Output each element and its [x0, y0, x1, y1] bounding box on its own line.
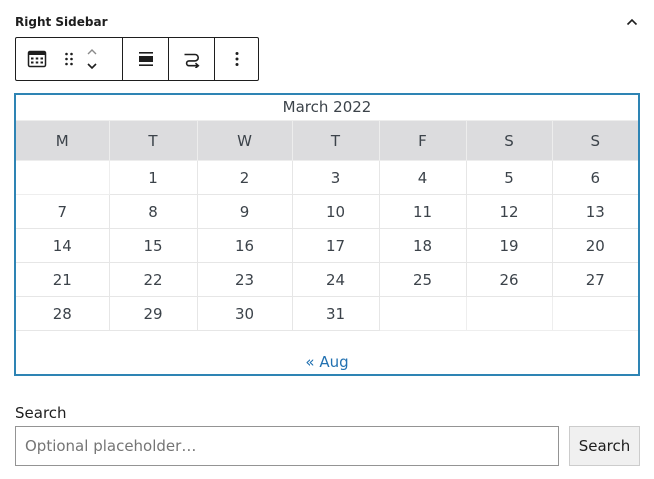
day-cell: 13	[551, 194, 638, 229]
toolbar-block-group	[16, 38, 123, 80]
calendar-week-row: 7 8 9 10 11 12 13	[16, 194, 638, 229]
day-cell: 1	[108, 160, 198, 195]
day-cell: 16	[196, 228, 293, 263]
day-cell	[378, 296, 467, 331]
day-cell: 15	[108, 228, 198, 263]
toolbar-transform-group	[169, 38, 215, 80]
day-cell: 29	[108, 296, 198, 331]
weekday-header: T	[291, 120, 380, 161]
day-cell: 26	[465, 262, 553, 297]
day-cell: 30	[196, 296, 293, 331]
calendar-week-row: 1 2 3 4 5 6	[16, 160, 638, 195]
toolbar-align-group	[123, 38, 169, 80]
align-icon	[138, 52, 153, 66]
transform-button[interactable]	[169, 38, 214, 80]
panel-title: Right Sidebar	[15, 15, 108, 29]
previous-month-link[interactable]: « Aug	[16, 353, 638, 371]
toolbar-options-group	[215, 38, 258, 80]
calendar-week-row: 28 29 30 31	[16, 296, 638, 331]
day-cell: 21	[16, 262, 110, 297]
weekday-header-row: M T W T F S S	[16, 120, 638, 161]
day-cell: 18	[378, 228, 467, 263]
chevron-up-icon	[87, 49, 97, 55]
day-cell: 20	[551, 228, 638, 263]
block-type-button[interactable]	[16, 38, 58, 80]
day-cell: 9	[196, 194, 293, 229]
drag-handle-icon	[65, 52, 73, 66]
day-cell	[465, 296, 553, 331]
align-button[interactable]	[123, 38, 168, 80]
day-cell: 7	[16, 194, 110, 229]
day-cell: 10	[291, 194, 380, 229]
day-cell: 25	[378, 262, 467, 297]
day-cell: 27	[551, 262, 638, 297]
day-cell: 28	[16, 296, 110, 331]
calendar-week-row: 14 15 16 17 18 19 20	[16, 228, 638, 263]
calendar-icon	[27, 50, 47, 68]
collapse-button[interactable]	[625, 15, 639, 29]
day-cell: 17	[291, 228, 380, 263]
drag-handle[interactable]	[58, 38, 80, 80]
weekday-header: S	[551, 120, 638, 161]
day-cell: 2	[196, 160, 293, 195]
day-cell: 8	[108, 194, 198, 229]
day-cell: 23	[196, 262, 293, 297]
day-cell: 5	[465, 160, 553, 195]
weekday-header: W	[196, 120, 293, 161]
weekday-header: T	[108, 120, 198, 161]
chevron-down-icon	[87, 63, 97, 70]
weekday-header: S	[465, 120, 553, 161]
move-up-button[interactable]	[86, 45, 98, 59]
panel-header: Right Sidebar	[15, 13, 639, 31]
weekday-header: F	[378, 120, 467, 161]
calendar-widget[interactable]: March 2022 M T W T F S S 1 2 3 4 5 6 7 8…	[14, 93, 640, 376]
day-cell: 4	[378, 160, 467, 195]
weekday-header: M	[16, 120, 110, 161]
calendar-table: M T W T F S S 1 2 3 4 5 6 7 8 9 10 11 12…	[16, 120, 638, 331]
day-cell: 19	[465, 228, 553, 263]
transform-icon	[184, 53, 200, 68]
day-cell: 12	[465, 194, 553, 229]
calendar-week-row: 21 22 23 24 25 26 27	[16, 262, 638, 297]
day-cell: 22	[108, 262, 198, 297]
more-options-icon	[235, 52, 238, 66]
day-cell: 14	[16, 228, 110, 263]
block-toolbar	[15, 37, 259, 81]
search-button[interactable]: Search	[569, 426, 640, 466]
calendar-caption: March 2022	[282, 98, 372, 116]
day-cell	[16, 160, 110, 195]
day-cell: 3	[291, 160, 380, 195]
day-cell	[551, 296, 638, 331]
search-label: Search	[15, 404, 67, 422]
day-cell: 31	[291, 296, 380, 331]
more-options-button[interactable]	[215, 38, 258, 80]
block-movers	[80, 38, 104, 80]
chevron-up-icon	[626, 18, 638, 26]
day-cell: 24	[291, 262, 380, 297]
day-cell: 11	[378, 194, 467, 229]
day-cell: 6	[551, 160, 638, 195]
search-input[interactable]	[15, 426, 559, 466]
move-down-button[interactable]	[86, 59, 98, 73]
